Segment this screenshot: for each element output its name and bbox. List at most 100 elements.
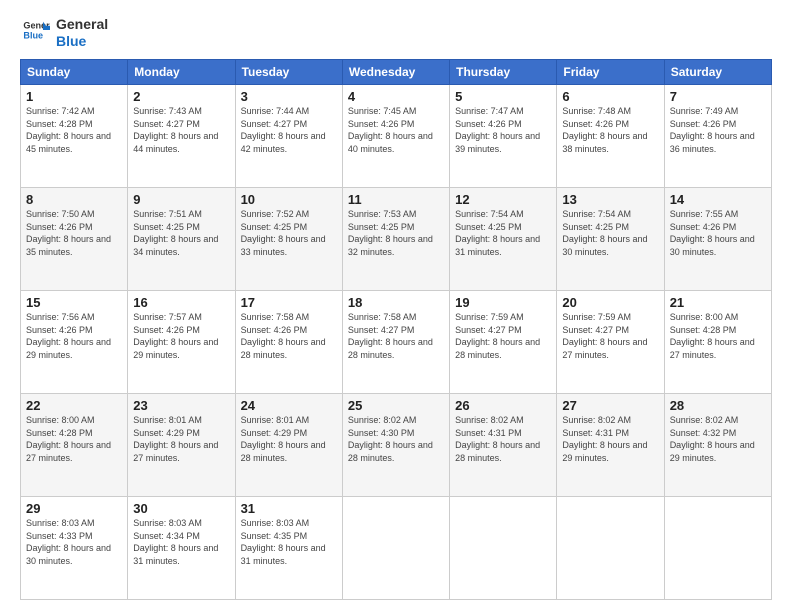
day-number: 6 bbox=[562, 89, 658, 104]
day-cell-6: 6Sunrise: 7:48 AM Sunset: 4:26 PM Daylig… bbox=[557, 85, 664, 188]
day-cell-24: 24Sunrise: 8:01 AM Sunset: 4:29 PM Dayli… bbox=[235, 394, 342, 497]
day-info: Sunrise: 8:00 AM Sunset: 4:28 PM Dayligh… bbox=[26, 414, 122, 464]
day-cell-23: 23Sunrise: 8:01 AM Sunset: 4:29 PM Dayli… bbox=[128, 394, 235, 497]
day-info: Sunrise: 7:52 AM Sunset: 4:25 PM Dayligh… bbox=[241, 208, 337, 258]
day-number: 10 bbox=[241, 192, 337, 207]
weekday-header-monday: Monday bbox=[128, 60, 235, 85]
day-cell-4: 4Sunrise: 7:45 AM Sunset: 4:26 PM Daylig… bbox=[342, 85, 449, 188]
day-info: Sunrise: 7:59 AM Sunset: 4:27 PM Dayligh… bbox=[455, 311, 551, 361]
day-cell-14: 14Sunrise: 7:55 AM Sunset: 4:26 PM Dayli… bbox=[664, 188, 771, 291]
day-number: 11 bbox=[348, 192, 444, 207]
day-cell-25: 25Sunrise: 8:02 AM Sunset: 4:30 PM Dayli… bbox=[342, 394, 449, 497]
weekday-header-sunday: Sunday bbox=[21, 60, 128, 85]
day-number: 13 bbox=[562, 192, 658, 207]
weekday-header-thursday: Thursday bbox=[450, 60, 557, 85]
day-info: Sunrise: 7:44 AM Sunset: 4:27 PM Dayligh… bbox=[241, 105, 337, 155]
day-info: Sunrise: 7:59 AM Sunset: 4:27 PM Dayligh… bbox=[562, 311, 658, 361]
day-cell-28: 28Sunrise: 8:02 AM Sunset: 4:32 PM Dayli… bbox=[664, 394, 771, 497]
day-info: Sunrise: 7:54 AM Sunset: 4:25 PM Dayligh… bbox=[562, 208, 658, 258]
day-number: 24 bbox=[241, 398, 337, 413]
weekday-header-friday: Friday bbox=[557, 60, 664, 85]
day-cell-27: 27Sunrise: 8:02 AM Sunset: 4:31 PM Dayli… bbox=[557, 394, 664, 497]
weekday-header-wednesday: Wednesday bbox=[342, 60, 449, 85]
day-cell-19: 19Sunrise: 7:59 AM Sunset: 4:27 PM Dayli… bbox=[450, 291, 557, 394]
day-number: 23 bbox=[133, 398, 229, 413]
day-cell-12: 12Sunrise: 7:54 AM Sunset: 4:25 PM Dayli… bbox=[450, 188, 557, 291]
day-number: 19 bbox=[455, 295, 551, 310]
day-cell-26: 26Sunrise: 8:02 AM Sunset: 4:31 PM Dayli… bbox=[450, 394, 557, 497]
day-number: 4 bbox=[348, 89, 444, 104]
day-info: Sunrise: 7:43 AM Sunset: 4:27 PM Dayligh… bbox=[133, 105, 229, 155]
svg-text:Blue: Blue bbox=[23, 30, 43, 40]
day-number: 25 bbox=[348, 398, 444, 413]
day-info: Sunrise: 8:01 AM Sunset: 4:29 PM Dayligh… bbox=[241, 414, 337, 464]
day-cell-31: 31Sunrise: 8:03 AM Sunset: 4:35 PM Dayli… bbox=[235, 497, 342, 600]
day-info: Sunrise: 7:53 AM Sunset: 4:25 PM Dayligh… bbox=[348, 208, 444, 258]
day-number: 27 bbox=[562, 398, 658, 413]
weekday-header-tuesday: Tuesday bbox=[235, 60, 342, 85]
calendar-body: 1Sunrise: 7:42 AM Sunset: 4:28 PM Daylig… bbox=[21, 85, 772, 600]
logo-icon: General Blue bbox=[22, 16, 50, 44]
day-cell-29: 29Sunrise: 8:03 AM Sunset: 4:33 PM Dayli… bbox=[21, 497, 128, 600]
day-info: Sunrise: 8:03 AM Sunset: 4:34 PM Dayligh… bbox=[133, 517, 229, 567]
calendar-page: General Blue General Blue SundayMondayTu… bbox=[0, 0, 792, 612]
day-info: Sunrise: 7:45 AM Sunset: 4:26 PM Dayligh… bbox=[348, 105, 444, 155]
day-number: 21 bbox=[670, 295, 766, 310]
day-number: 26 bbox=[455, 398, 551, 413]
day-number: 12 bbox=[455, 192, 551, 207]
day-cell-9: 9Sunrise: 7:51 AM Sunset: 4:25 PM Daylig… bbox=[128, 188, 235, 291]
day-cell-15: 15Sunrise: 7:56 AM Sunset: 4:26 PM Dayli… bbox=[21, 291, 128, 394]
day-number: 2 bbox=[133, 89, 229, 104]
logo-blue: Blue bbox=[56, 33, 108, 49]
day-info: Sunrise: 8:01 AM Sunset: 4:29 PM Dayligh… bbox=[133, 414, 229, 464]
day-info: Sunrise: 7:51 AM Sunset: 4:25 PM Dayligh… bbox=[133, 208, 229, 258]
day-info: Sunrise: 7:56 AM Sunset: 4:26 PM Dayligh… bbox=[26, 311, 122, 361]
empty-cell bbox=[557, 497, 664, 600]
empty-cell bbox=[450, 497, 557, 600]
day-cell-5: 5Sunrise: 7:47 AM Sunset: 4:26 PM Daylig… bbox=[450, 85, 557, 188]
day-number: 28 bbox=[670, 398, 766, 413]
day-info: Sunrise: 8:03 AM Sunset: 4:35 PM Dayligh… bbox=[241, 517, 337, 567]
empty-cell bbox=[342, 497, 449, 600]
day-number: 3 bbox=[241, 89, 337, 104]
calendar-table: SundayMondayTuesdayWednesdayThursdayFrid… bbox=[20, 59, 772, 600]
header: General Blue General Blue bbox=[20, 16, 772, 49]
logo-general: General bbox=[56, 16, 108, 32]
day-number: 8 bbox=[26, 192, 122, 207]
day-info: Sunrise: 7:58 AM Sunset: 4:27 PM Dayligh… bbox=[348, 311, 444, 361]
day-info: Sunrise: 8:02 AM Sunset: 4:32 PM Dayligh… bbox=[670, 414, 766, 464]
day-number: 5 bbox=[455, 89, 551, 104]
day-info: Sunrise: 8:02 AM Sunset: 4:30 PM Dayligh… bbox=[348, 414, 444, 464]
day-cell-8: 8Sunrise: 7:50 AM Sunset: 4:26 PM Daylig… bbox=[21, 188, 128, 291]
day-cell-20: 20Sunrise: 7:59 AM Sunset: 4:27 PM Dayli… bbox=[557, 291, 664, 394]
day-info: Sunrise: 8:00 AM Sunset: 4:28 PM Dayligh… bbox=[670, 311, 766, 361]
day-number: 22 bbox=[26, 398, 122, 413]
day-number: 20 bbox=[562, 295, 658, 310]
day-info: Sunrise: 7:49 AM Sunset: 4:26 PM Dayligh… bbox=[670, 105, 766, 155]
day-cell-30: 30Sunrise: 8:03 AM Sunset: 4:34 PM Dayli… bbox=[128, 497, 235, 600]
day-cell-2: 2Sunrise: 7:43 AM Sunset: 4:27 PM Daylig… bbox=[128, 85, 235, 188]
day-number: 31 bbox=[241, 501, 337, 516]
day-number: 14 bbox=[670, 192, 766, 207]
empty-cell bbox=[664, 497, 771, 600]
day-number: 1 bbox=[26, 89, 122, 104]
day-cell-22: 22Sunrise: 8:00 AM Sunset: 4:28 PM Dayli… bbox=[21, 394, 128, 497]
day-cell-7: 7Sunrise: 7:49 AM Sunset: 4:26 PM Daylig… bbox=[664, 85, 771, 188]
day-info: Sunrise: 7:48 AM Sunset: 4:26 PM Dayligh… bbox=[562, 105, 658, 155]
day-number: 9 bbox=[133, 192, 229, 207]
week-row-5: 29Sunrise: 8:03 AM Sunset: 4:33 PM Dayli… bbox=[21, 497, 772, 600]
day-cell-13: 13Sunrise: 7:54 AM Sunset: 4:25 PM Dayli… bbox=[557, 188, 664, 291]
day-number: 30 bbox=[133, 501, 229, 516]
day-info: Sunrise: 7:50 AM Sunset: 4:26 PM Dayligh… bbox=[26, 208, 122, 258]
day-info: Sunrise: 7:55 AM Sunset: 4:26 PM Dayligh… bbox=[670, 208, 766, 258]
day-info: Sunrise: 8:02 AM Sunset: 4:31 PM Dayligh… bbox=[455, 414, 551, 464]
day-info: Sunrise: 8:03 AM Sunset: 4:33 PM Dayligh… bbox=[26, 517, 122, 567]
day-cell-3: 3Sunrise: 7:44 AM Sunset: 4:27 PM Daylig… bbox=[235, 85, 342, 188]
day-info: Sunrise: 8:02 AM Sunset: 4:31 PM Dayligh… bbox=[562, 414, 658, 464]
day-number: 18 bbox=[348, 295, 444, 310]
weekday-header-saturday: Saturday bbox=[664, 60, 771, 85]
day-info: Sunrise: 7:57 AM Sunset: 4:26 PM Dayligh… bbox=[133, 311, 229, 361]
day-number: 15 bbox=[26, 295, 122, 310]
day-cell-1: 1Sunrise: 7:42 AM Sunset: 4:28 PM Daylig… bbox=[21, 85, 128, 188]
day-cell-16: 16Sunrise: 7:57 AM Sunset: 4:26 PM Dayli… bbox=[128, 291, 235, 394]
